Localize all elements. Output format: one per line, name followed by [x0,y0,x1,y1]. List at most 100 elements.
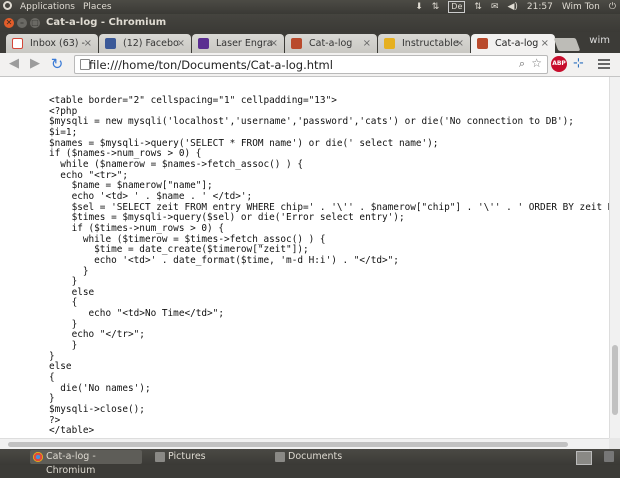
code-line: echo "<tr>"; [49,169,129,181]
trash-icon[interactable] [604,451,614,462]
profile-user-label[interactable]: wim [589,35,610,46]
places-menu[interactable]: Places [83,0,112,14]
gmail-icon [12,38,23,49]
code-line: $times = $mysqli->query($sel) or die('Er… [49,212,405,224]
code-line: { [49,297,78,309]
partial-text-line [270,77,450,79]
code-line: echo '<td> ' . $name . ' </td>'; [49,190,253,202]
tab-label: Cat-a-log [309,38,353,49]
close-tab-icon[interactable]: × [177,34,185,53]
adblock-icon[interactable]: ABP [551,56,567,72]
vertical-scrollbar[interactable] [609,77,620,438]
code-line: { [49,372,55,384]
code-line: else [49,361,72,373]
tab-cat-a-log-active[interactable]: Cat-a-log × [471,34,555,53]
code-line: } [49,318,78,330]
close-tab-icon[interactable]: × [456,34,464,53]
yahoo-icon [198,38,209,49]
mail-icon[interactable]: ✉ [491,0,499,14]
extension-icon[interactable]: ⊹ [573,56,584,72]
code-line: } [49,265,89,277]
tab-strip: Inbox (63) - × (12) Facebo × Laser Engra… [0,32,620,53]
code-line: echo "<td>No Time</td>"; [49,308,224,320]
top-menu: Applications Places [3,0,112,14]
tab-label: Cat-a-log [495,38,539,49]
page-content: <table border="2" cellspacing="1" cellpa… [0,77,609,438]
tab-label: (12) Facebo [123,38,179,49]
bookmark-star-icon[interactable]: ☆ [531,56,542,70]
close-tab-icon[interactable]: × [363,34,371,53]
close-window-button[interactable]: ✕ [4,18,14,28]
taskbar-item-pictures[interactable]: Pictures [152,450,252,464]
close-tab-icon[interactable]: × [84,34,92,53]
code-line: $sel = 'SELECT zeit FROM entry WHERE chi… [49,201,609,213]
code-line: $names = $mysqli->query('SELECT * FROM n… [49,137,439,149]
volume-icon[interactable]: ◀) [507,0,517,14]
taskbar-item-documents[interactable]: Documents [272,450,372,464]
page-icon [291,38,302,49]
horizontal-scrollbar[interactable] [0,438,609,449]
code-line: $time = date_create($timerow["zeit"]); [49,244,309,256]
code-line: <?php [49,105,78,117]
system-tray: ⬇ ⇅ De ⇅ ✉ ◀) 21:57 Wim Ton ⏻ [415,0,616,14]
bottom-panel: Cat-a-log - Chromium Pictures Documents [0,449,620,476]
address-bar[interactable]: ⌕ ☆ [74,55,548,74]
code-line: } [49,393,55,405]
ubuntu-logo-icon[interactable] [3,0,12,14]
code-line: ?> [49,414,61,426]
code-line: while ($namerow = $names->fetch_assoc() … [49,158,303,170]
window-title: Cat-a-log - Chromium [46,17,167,28]
scroll-thumb[interactable] [8,442,568,447]
tab-instructables[interactable]: Instructable × [378,34,470,53]
applications-menu[interactable]: Applications [20,0,75,14]
minimize-window-button[interactable]: – [17,18,27,28]
code-line: } [49,276,78,288]
close-tab-icon[interactable]: × [270,34,278,53]
chrome-menu-icon[interactable] [598,59,610,71]
code-line: <table border="2" cellspacing="1" cellpa… [49,95,337,106]
tab-cat-a-log[interactable]: Cat-a-log × [285,34,377,53]
new-tab-button[interactable] [553,38,581,51]
code-line: } [49,350,55,362]
code-line: $i=1; [49,126,78,138]
clock[interactable]: 21:57 [527,0,553,14]
chromium-icon [33,452,43,462]
user-name[interactable]: Wim Ton [562,0,600,14]
browser-toolbar: ◀ ▶ ↻ ⌕ ☆ ABP ⊹ [0,53,620,77]
forward-icon[interactable]: ▶ [27,56,43,72]
code-line: $mysqli->close(); [49,404,145,416]
close-tab-icon[interactable]: × [541,34,549,53]
code-line: die('No names'); [49,382,151,394]
top-panel: Applications Places ⬇ ⇅ De ⇅ ✉ ◀) 21:57 … [0,0,620,14]
code-line: else [49,286,95,298]
code-line: } [49,340,78,352]
facebook-icon [105,38,116,49]
network-icon[interactable]: ⇅ [474,0,482,14]
code-line: $name = $namerow["name"]; [49,180,213,192]
maximize-window-button[interactable]: □ [30,18,40,28]
page-icon [477,38,488,49]
tab-label: Inbox (63) - [30,38,85,49]
tab-laser-engrave[interactable]: Laser Engra × [192,34,284,53]
tab-inbox[interactable]: Inbox (63) - × [6,34,98,53]
taskbar-label: Documents [288,451,343,462]
scroll-thumb[interactable] [612,345,618,415]
code-line: $mysqli = new mysqli('localhost','userna… [49,116,574,128]
sort-icon[interactable]: ⇅ [432,0,440,14]
tab-label: Laser Engra [216,38,273,49]
search-icon[interactable]: ⌕ [519,57,525,71]
url-input[interactable] [89,56,509,73]
taskbar-label: Pictures [168,451,206,462]
tab-label: Instructable [402,38,459,49]
window-titlebar[interactable]: ✕ – □ Cat-a-log - Chromium [0,14,620,32]
back-icon[interactable]: ◀ [6,56,22,72]
power-icon[interactable]: ⏻ [609,0,616,14]
workspace-switcher-icon[interactable] [576,451,592,465]
tab-facebook[interactable]: (12) Facebo × [99,34,191,53]
taskbar-item-chromium[interactable]: Cat-a-log - Chromium [30,450,142,476]
reload-icon[interactable]: ↻ [49,56,65,72]
taskbar-label: Cat-a-log - Chromium [46,451,96,476]
download-icon[interactable]: ⬇ [415,0,423,14]
keyboard-layout-indicator[interactable]: De [448,1,466,13]
code-line: while ($timerow = $times->fetch_assoc() … [49,233,326,245]
